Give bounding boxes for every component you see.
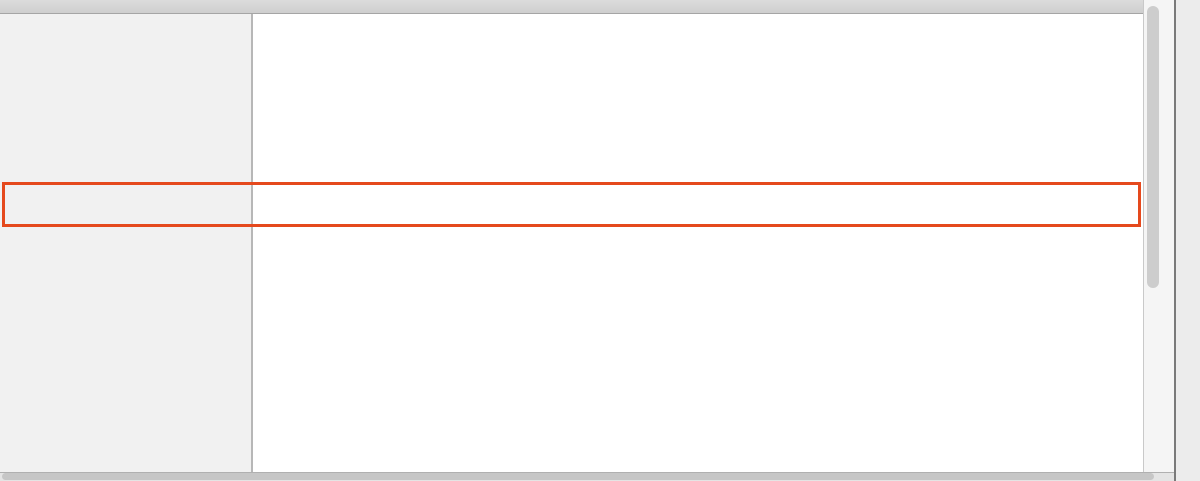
process-header[interactable]	[0, 0, 1143, 14]
horizontal-scrollbar-thumb[interactable]	[2, 473, 1154, 480]
vertical-scrollbar-thumb[interactable]	[1147, 6, 1159, 288]
trace-viewer-window	[0, 0, 1200, 481]
track-label-panel	[0, 14, 253, 472]
close-icon[interactable]	[1128, 0, 1142, 13]
side-tab-strip	[1174, 0, 1200, 481]
